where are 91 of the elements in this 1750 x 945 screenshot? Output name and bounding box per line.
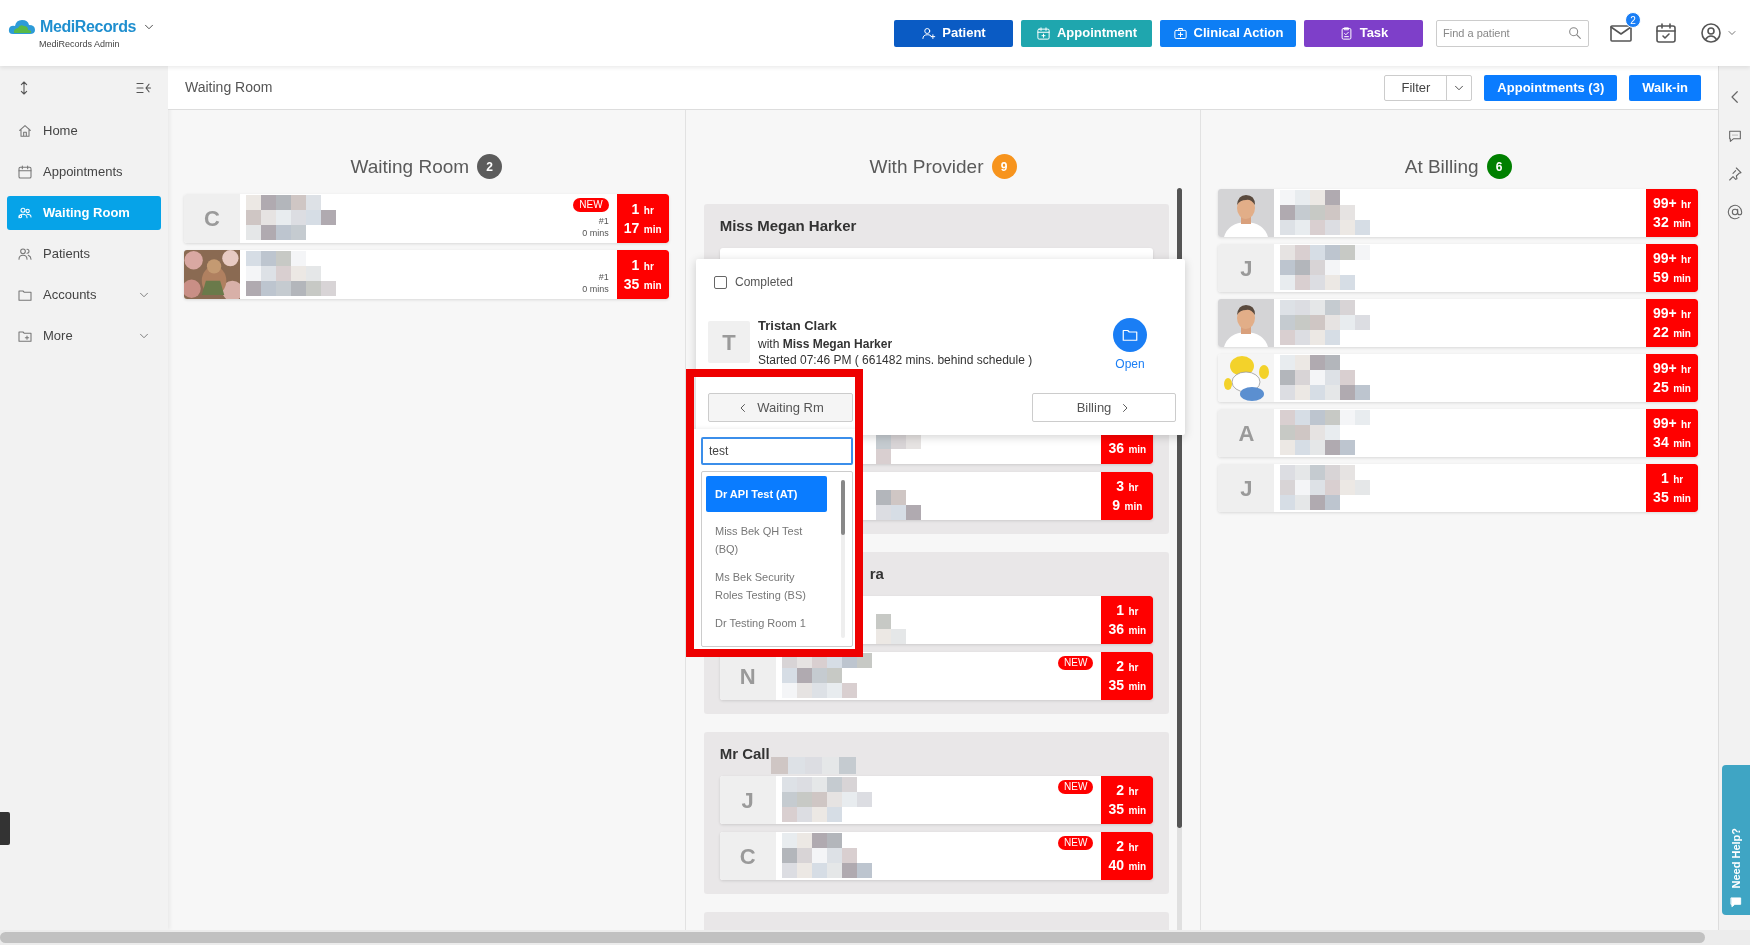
column-title: With Provider bbox=[869, 155, 984, 179]
header-action-button[interactable]: Task bbox=[1304, 19, 1423, 47]
timer-minutes: 36 min bbox=[1108, 439, 1147, 458]
dropdown-option[interactable]: Miss Bek QH Test (BQ) bbox=[706, 522, 827, 558]
dropdown-option[interactable]: Dr API Test (AT) bbox=[706, 476, 827, 512]
search-input[interactable]: test bbox=[701, 437, 853, 465]
count-badge: 2 bbox=[477, 154, 503, 179]
provider-name: Miss Megan Harker bbox=[719, 215, 857, 236]
billing-button[interactable]: Billing bbox=[1032, 393, 1176, 422]
patient-card[interactable]: J 1 hr 35 min bbox=[1218, 464, 1698, 512]
timer-minutes: 9 min bbox=[1112, 496, 1143, 515]
timer-hours: 99+ hr bbox=[1652, 304, 1692, 323]
avatar-initial: A bbox=[1218, 409, 1275, 457]
timer-minutes: 36 min bbox=[1108, 620, 1147, 639]
timer-hours: 99+ hr bbox=[1652, 359, 1692, 378]
sidebar-item[interactable]: More bbox=[7, 319, 161, 353]
new-badge: NEW bbox=[1058, 836, 1094, 850]
timer-minutes: 40 min bbox=[1108, 856, 1147, 875]
count-badge: 9 bbox=[991, 154, 1017, 179]
patient-card[interactable]: 99+ hr 22 min bbox=[1218, 299, 1698, 347]
avatar-initial: J bbox=[719, 776, 776, 824]
patient-name: Tristan Clark bbox=[758, 318, 838, 334]
count-badge: 6 bbox=[1486, 154, 1512, 179]
timer-minutes: 35 min bbox=[1108, 676, 1147, 695]
timer-minutes: 59 min bbox=[1653, 268, 1691, 287]
sidebar-item[interactable]: Waiting Room bbox=[7, 196, 161, 230]
patient-card[interactable]: C NEW #1 0 mins 1 hr 17 min bbox=[184, 194, 669, 243]
timer-minutes: 32 min bbox=[1653, 213, 1691, 232]
search-field[interactable]: Find a patient bbox=[1436, 19, 1589, 47]
timer-minutes: 34 min bbox=[1653, 433, 1691, 452]
patient-card[interactable]: J 99+ hr 59 min bbox=[1218, 244, 1698, 292]
patient-card[interactable]: C NEW 2 hr 40 min bbox=[719, 832, 1154, 880]
help-tab[interactable]: Need Help? bbox=[1722, 765, 1750, 915]
timer-minutes: 17 min bbox=[623, 218, 662, 238]
timer-minutes: 35 min bbox=[1653, 488, 1691, 507]
sidebar-item[interactable]: Accounts bbox=[7, 278, 161, 312]
timer-hours: 99+ hr bbox=[1652, 249, 1692, 268]
header-action-button[interactable]: Appointment bbox=[1021, 19, 1152, 47]
timer-hours: 2 hr bbox=[1116, 781, 1139, 800]
back-button[interactable]: Waiting Rm bbox=[708, 393, 853, 422]
timer-minutes: 25 min bbox=[1653, 378, 1691, 397]
app-name: MediRecords bbox=[40, 16, 137, 37]
new-badge: NEW bbox=[573, 198, 609, 212]
header-action-button[interactable]: Clinical Action bbox=[1160, 19, 1296, 47]
avatar-initial: C bbox=[719, 832, 776, 880]
filter-button[interactable]: Filter bbox=[1384, 74, 1473, 101]
checkbox-label: Completed bbox=[735, 274, 794, 291]
toolbar-button[interactable]: Walk-in bbox=[1629, 74, 1701, 101]
column-title: At Billing bbox=[1404, 155, 1479, 179]
timer-hours: 1 hr bbox=[631, 255, 654, 275]
app-subtitle: MediRecords Admin bbox=[38, 37, 121, 51]
notification-badge: 2 bbox=[1625, 12, 1641, 28]
patient-card[interactable]: A 99+ hr 34 min bbox=[1218, 409, 1698, 457]
sidebar-item[interactable]: Patients bbox=[7, 237, 161, 271]
patient-card[interactable]: J NEW 2 hr 35 min bbox=[719, 776, 1154, 824]
open-link[interactable]: Open bbox=[1115, 355, 1145, 373]
wait-time: 0 mins bbox=[582, 227, 609, 239]
timer-minutes: 35 min bbox=[623, 274, 662, 294]
start-time: Started 07:46 PM ( 661482 mins. behind schedule ) bbox=[758, 352, 1034, 368]
patient-card[interactable]: #1 0 mins 1 hr 35 min bbox=[184, 250, 669, 299]
toolbar-button[interactable]: Appointments (3) bbox=[1484, 74, 1618, 101]
avatar-initial: J bbox=[1218, 464, 1275, 512]
patient-card[interactable]: N NEW 2 hr 35 min bbox=[719, 652, 1154, 700]
avatar-initial: C bbox=[184, 194, 240, 243]
patient-card[interactable]: 99+ hr 32 min bbox=[1218, 189, 1698, 237]
patient-card[interactable]: 99+ hr 25 min bbox=[1218, 354, 1698, 402]
timer-hours: 2 hr bbox=[1116, 837, 1139, 856]
wait-time: 0 mins bbox=[582, 283, 609, 295]
timer-hours: 1 hr bbox=[1116, 601, 1139, 620]
timer-hours: 99+ hr bbox=[1652, 414, 1692, 433]
provider-line: with Miss Megan Harker bbox=[758, 336, 894, 352]
new-badge: NEW bbox=[1058, 780, 1094, 794]
queue-number: #1 bbox=[598, 271, 609, 283]
avatar-initial: T bbox=[708, 321, 750, 363]
header-action-button[interactable]: Patient bbox=[894, 19, 1013, 47]
page-title: Waiting Room bbox=[185, 78, 274, 97]
new-badge: NEW bbox=[1058, 656, 1094, 670]
queue-number: #1 bbox=[598, 215, 609, 227]
timer-hours: 99+ hr bbox=[1652, 194, 1692, 213]
timer-hours: 1 hr bbox=[631, 199, 654, 219]
column-title: Waiting Room bbox=[350, 155, 470, 179]
avatar-initial: J bbox=[1218, 244, 1275, 292]
provider-name: Mr Call bbox=[719, 743, 770, 764]
timer-minutes: 22 min bbox=[1653, 323, 1691, 342]
timer-minutes: 35 min bbox=[1108, 800, 1147, 819]
timer-hours: 2 hr bbox=[1116, 657, 1139, 676]
sidebar-item[interactable]: Home bbox=[7, 114, 161, 148]
sidebar-item[interactable]: Appointments bbox=[7, 155, 161, 189]
timer-hours: 3 hr bbox=[1116, 477, 1139, 496]
provider-name: ra bbox=[869, 563, 884, 584]
timer-hours: 1 hr bbox=[1660, 469, 1684, 488]
